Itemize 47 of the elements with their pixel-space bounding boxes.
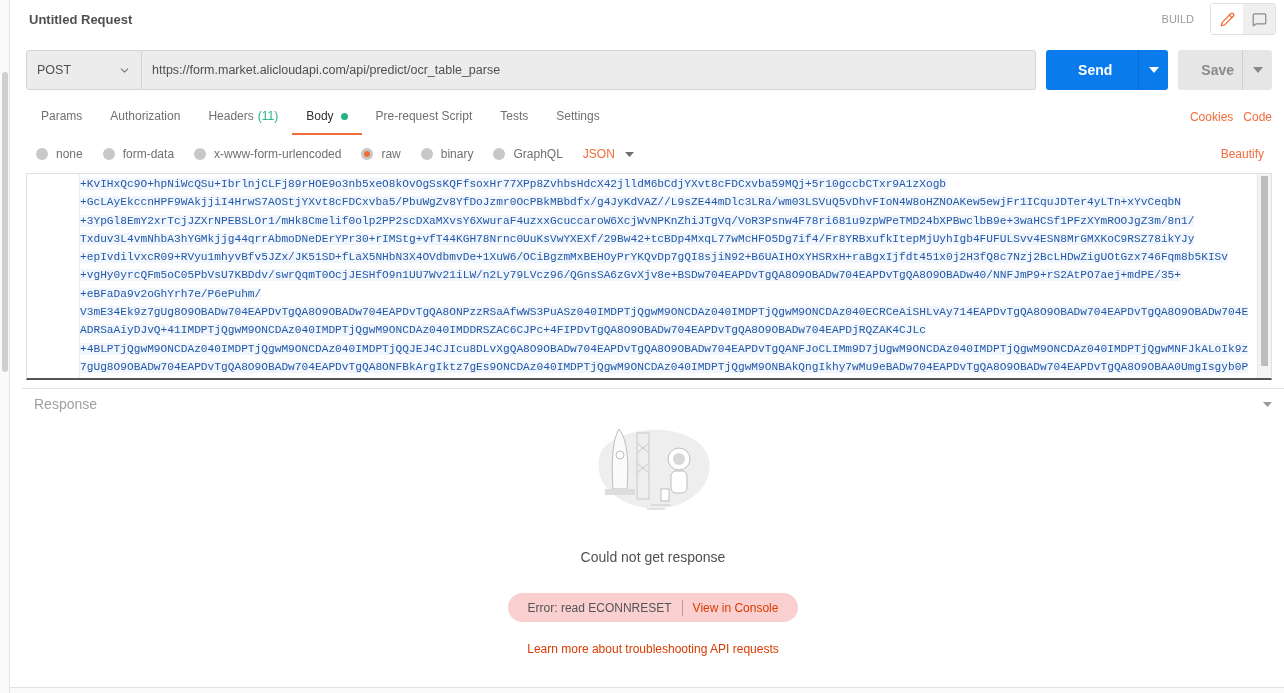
tab-count: (11) xyxy=(257,109,279,123)
body-type-radio[interactable]: none xyxy=(36,147,83,161)
tab-label: Tests xyxy=(500,109,529,123)
url-field[interactable]: https://form.market.alicloudapi.com/api/predict/ocr_table_parse xyxy=(142,50,1037,90)
request-tab[interactable]: Body xyxy=(292,99,362,135)
tab-label: Params xyxy=(41,109,83,123)
header-link[interactable]: Code xyxy=(1243,99,1272,135)
caret-icon xyxy=(1263,401,1272,407)
scrollbar[interactable] xyxy=(2,72,8,372)
error-text: Error: read ECONNRESET xyxy=(527,600,672,615)
console-link[interactable]: View in Console xyxy=(692,600,779,615)
comment-icon xyxy=(1251,11,1267,27)
caret-icon xyxy=(624,151,634,157)
body-type-radio[interactable]: form-data xyxy=(102,147,175,161)
radio-label: raw xyxy=(381,147,401,161)
header-link[interactable]: Cookies xyxy=(1189,99,1234,135)
request-tab[interactable]: Settings xyxy=(542,99,614,135)
response-message: Could not get response xyxy=(580,549,726,565)
method-select[interactable]: POST xyxy=(26,50,142,90)
request-tab[interactable]: Params xyxy=(27,99,97,135)
body-type-radio[interactable]: raw xyxy=(361,147,401,161)
request-title: Untitled Request xyxy=(29,11,134,27)
request-tab[interactable]: Headers (11) xyxy=(194,99,293,135)
beautify-link[interactable]: Beautify xyxy=(1220,147,1264,161)
tab-label: Body xyxy=(306,109,334,123)
caret-icon xyxy=(1148,67,1159,73)
tab-label: Authorization xyxy=(110,109,181,123)
tab-label: Pre-request Script xyxy=(375,109,473,123)
help-link[interactable]: Learn more about troubleshooting API requests xyxy=(527,642,779,656)
mode-label: BUILD xyxy=(1161,13,1194,25)
tab-label: Settings xyxy=(556,109,600,123)
request-tab[interactable]: Authorization xyxy=(96,99,195,135)
radio-label: binary xyxy=(440,147,474,161)
radio-label: none xyxy=(56,147,83,161)
format-select[interactable]: JSON xyxy=(582,147,634,161)
tab-label: Headers xyxy=(208,109,254,123)
body-type-radio[interactable]: GraphQL xyxy=(493,147,563,161)
body-type-radio[interactable]: binary xyxy=(420,147,474,161)
pencil-icon xyxy=(1219,11,1235,27)
radio-label: GraphQL xyxy=(513,147,563,161)
response-title: Response xyxy=(34,396,98,412)
request-tab[interactable]: Pre-request Script xyxy=(361,99,487,135)
comments-button[interactable] xyxy=(1243,4,1275,34)
request-tab[interactable]: Tests xyxy=(486,99,543,135)
radio-label: form-data xyxy=(122,147,175,161)
scrollbar[interactable] xyxy=(1261,176,1268,366)
caret-icon xyxy=(1252,67,1263,73)
